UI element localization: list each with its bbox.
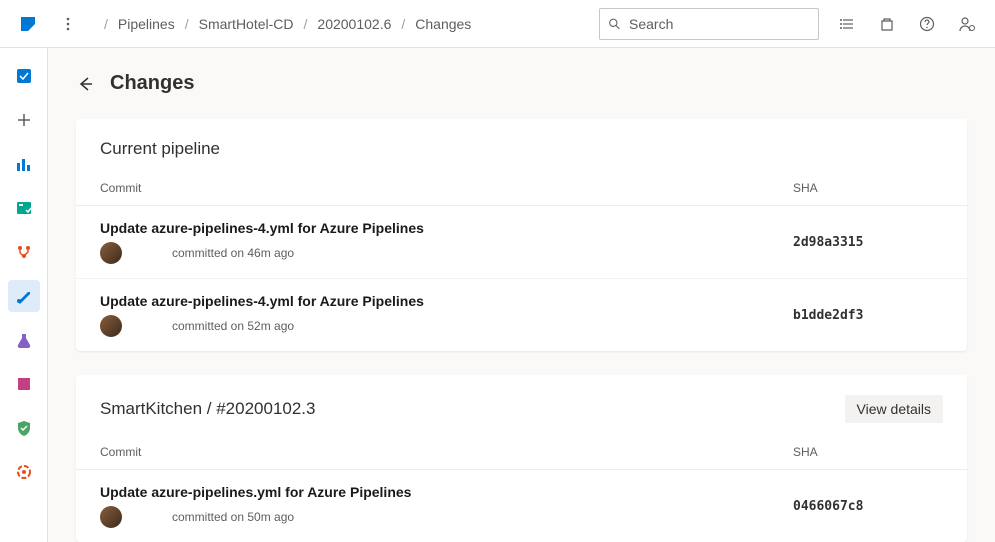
breadcrumb-separator: / — [298, 16, 314, 32]
project-icon[interactable] — [8, 60, 40, 92]
commit-row[interactable]: Update azure-pipelines-4.yml for Azure P… — [76, 206, 967, 279]
pipelines-icon[interactable] — [8, 280, 40, 312]
column-commit: Commit — [100, 445, 793, 459]
column-sha: SHA — [793, 181, 943, 195]
top-bar: / Pipelines / SmartHotel-CD / 20200102.6… — [0, 0, 995, 48]
commit-sha: 2d98a3315 — [793, 235, 943, 250]
artifacts-icon[interactable] — [8, 368, 40, 400]
section-title: Current pipeline — [100, 139, 220, 159]
test-plans-icon[interactable] — [8, 324, 40, 356]
repos-icon[interactable] — [8, 236, 40, 268]
breadcrumb-separator: / — [395, 16, 411, 32]
commit-row[interactable]: Update azure-pipelines-4.yml for Azure P… — [76, 279, 967, 351]
avatar — [100, 315, 122, 337]
section-title: SmartKitchen / #20200102.3 — [100, 399, 315, 419]
breadcrumb: / Pipelines / SmartHotel-CD / 20200102.6… — [88, 16, 599, 32]
table-header: Commit SHA — [76, 171, 967, 206]
boards-icon[interactable] — [8, 192, 40, 224]
breadcrumb-separator: / — [179, 16, 195, 32]
breadcrumb-item[interactable]: 20200102.6 — [317, 16, 391, 32]
avatar — [100, 242, 122, 264]
avatar — [100, 506, 122, 528]
search-input[interactable] — [629, 16, 810, 32]
column-commit: Commit — [100, 181, 793, 195]
page-title: Changes — [110, 72, 194, 95]
list-icon[interactable] — [827, 4, 867, 44]
dashboard-icon[interactable] — [8, 148, 40, 180]
table-header: Commit SHA — [76, 435, 967, 470]
marketplace-icon[interactable] — [867, 4, 907, 44]
search-box[interactable] — [599, 8, 819, 40]
breadcrumb-separator: / — [98, 16, 114, 32]
commit-title: Update azure-pipelines.yml for Azure Pip… — [100, 484, 793, 500]
page-header: Changes — [76, 72, 967, 95]
help-icon[interactable] — [907, 4, 947, 44]
breadcrumb-item[interactable]: Changes — [415, 16, 471, 32]
breadcrumb-item[interactable]: Pipelines — [118, 16, 175, 32]
commit-meta: committed on 46m ago — [172, 246, 294, 260]
main-content: Changes Current pipeline Commit SHA Upda… — [48, 48, 995, 542]
pipeline-section: Current pipeline Commit SHA Update azure… — [76, 119, 967, 351]
azure-logo-icon[interactable] — [8, 4, 48, 44]
commit-title: Update azure-pipelines-4.yml for Azure P… — [100, 293, 793, 309]
column-sha: SHA — [793, 445, 943, 459]
user-settings-icon[interactable] — [947, 4, 987, 44]
commit-title: Update azure-pipelines-4.yml for Azure P… — [100, 220, 793, 236]
back-arrow-icon[interactable] — [76, 75, 94, 93]
commit-row[interactable]: Update azure-pipelines.yml for Azure Pip… — [76, 470, 967, 542]
commit-sha: 0466067c8 — [793, 499, 943, 514]
top-actions — [827, 4, 987, 44]
extensions-icon[interactable] — [8, 456, 40, 488]
side-rail — [0, 48, 48, 542]
commit-sha: b1dde2df3 — [793, 308, 943, 323]
commit-meta: committed on 52m ago — [172, 319, 294, 333]
breadcrumb-item[interactable]: SmartHotel-CD — [199, 16, 294, 32]
shield-icon[interactable] — [8, 412, 40, 444]
commit-meta: committed on 50m ago — [172, 510, 294, 524]
search-icon — [608, 17, 621, 31]
view-details-button[interactable]: View details — [845, 395, 943, 423]
plus-icon[interactable] — [8, 104, 40, 136]
more-icon[interactable] — [48, 4, 88, 44]
pipeline-section: SmartKitchen / #20200102.3 View details … — [76, 375, 967, 542]
